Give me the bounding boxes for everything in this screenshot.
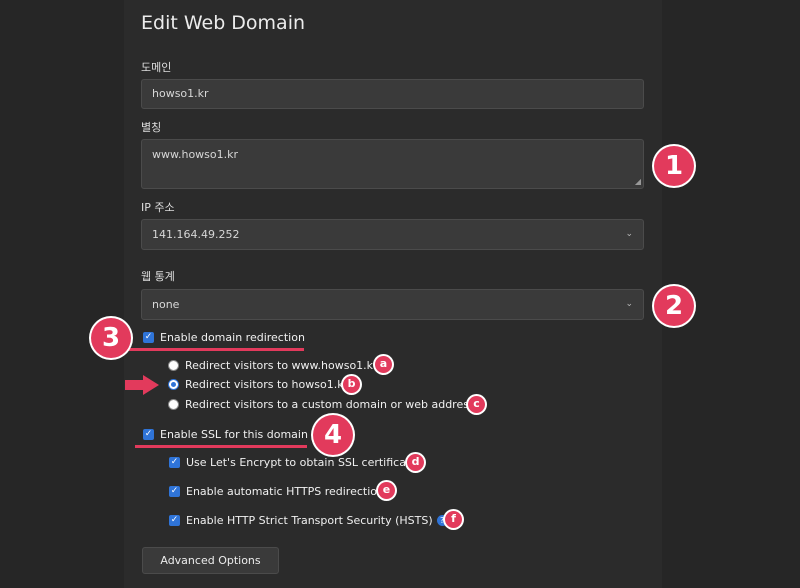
hsts-label: Enable HTTP Strict Transport Security (H… [186, 514, 433, 527]
page-title: Edit Web Domain [141, 12, 306, 34]
letsencrypt-label: Use Let's Encrypt to obtain SSL certific… [186, 456, 418, 469]
stats-select-value: none [152, 298, 180, 311]
badge-2: 2 [654, 286, 694, 326]
redirect-option-root[interactable]: Redirect visitors to howso1.kr [168, 378, 348, 391]
badge-c: c [468, 396, 485, 413]
redirect-option-label: Redirect visitors to a custom domain or … [185, 398, 475, 411]
checkbox-checked-icon[interactable]: ✓ [143, 429, 154, 440]
alias-textarea[interactable]: www.howso1.kr ◢ [141, 139, 644, 189]
badge-a: a [375, 356, 392, 373]
redirect-option-custom[interactable]: Redirect visitors to a custom domain or … [168, 398, 475, 411]
badge-f: f [445, 511, 462, 528]
chevron-down-icon: ⌄ [625, 299, 633, 309]
checkbox-checked-icon[interactable]: ✓ [169, 486, 180, 497]
https-redirect-label: Enable automatic HTTPS redirection [186, 485, 384, 498]
hsts-checkbox[interactable]: ✓ Enable HTTP Strict Transport Security … [169, 514, 448, 527]
stats-select[interactable]: none ⌄ [141, 289, 644, 320]
ip-select[interactable]: 141.164.49.252 ⌄ [141, 219, 644, 250]
redirect-option-label: Redirect visitors to www.howso1.kr [185, 359, 378, 372]
advanced-options-button[interactable]: Advanced Options [142, 547, 279, 574]
redirect-option-www[interactable]: Redirect visitors to www.howso1.kr [168, 359, 378, 372]
checkbox-checked-icon[interactable]: ✓ [169, 457, 180, 468]
resize-grip-icon[interactable]: ◢ [635, 177, 641, 186]
ip-label: IP 주소 [141, 201, 175, 214]
badge-b: b [343, 376, 360, 393]
ssl-checkbox-label: Enable SSL for this domain [160, 428, 308, 441]
checkbox-checked-icon[interactable]: ✓ [143, 332, 154, 343]
letsencrypt-checkbox[interactable]: ✓ Use Let's Encrypt to obtain SSL certif… [169, 456, 417, 469]
stats-label: 웹 통계 [141, 270, 175, 283]
redirect-checkbox[interactable]: ✓ Enable domain redirection [143, 331, 305, 344]
radio-icon[interactable] [168, 399, 179, 410]
redirect-checkbox-label: Enable domain redirection [160, 331, 305, 344]
chevron-down-icon: ⌄ [625, 229, 633, 239]
radio-selected-icon[interactable] [168, 379, 179, 390]
https-redirect-checkbox[interactable]: ✓ Enable automatic HTTPS redirection [169, 485, 384, 498]
ip-select-value: 141.164.49.252 [152, 228, 240, 241]
badge-1: 1 [654, 146, 694, 186]
ssl-checkbox[interactable]: ✓ Enable SSL for this domain [143, 428, 308, 441]
badge-4: 4 [313, 415, 353, 455]
badge-d: d [407, 454, 424, 471]
badge-3: 3 [91, 318, 131, 358]
domain-label: 도메인 [141, 61, 172, 74]
highlight-underline [124, 348, 304, 351]
radio-icon[interactable] [168, 360, 179, 371]
alias-label: 별칭 [141, 121, 162, 134]
badge-e: e [378, 482, 395, 499]
domain-input[interactable]: howso1.kr [141, 79, 644, 109]
highlight-underline [135, 445, 307, 448]
alias-value: www.howso1.kr [152, 148, 239, 161]
checkbox-checked-icon[interactable]: ✓ [169, 515, 180, 526]
redirect-option-label: Redirect visitors to howso1.kr [185, 378, 349, 391]
arrow-right-icon [125, 375, 159, 395]
